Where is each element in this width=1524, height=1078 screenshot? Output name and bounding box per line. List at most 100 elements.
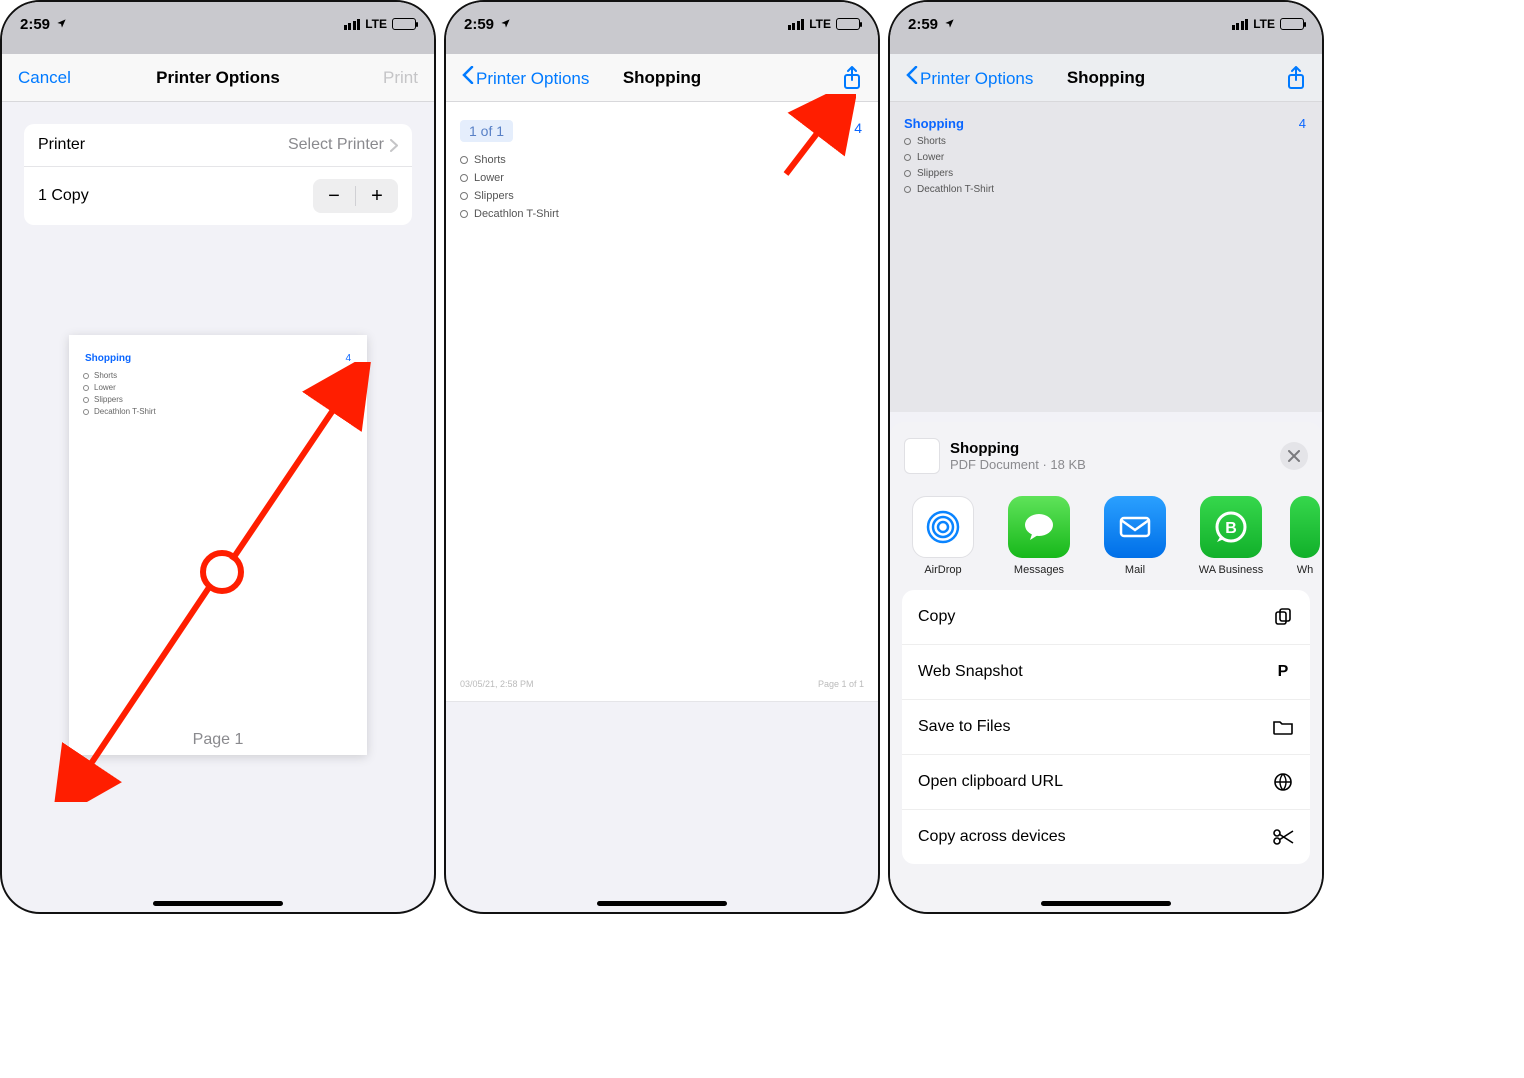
pdf-preview: Shopping 4 Shorts Lower Slippers Decathl… [890,102,1322,412]
app-overflow[interactable]: Wh [1290,496,1320,576]
chevron-right-icon [390,139,398,152]
location-icon [500,18,511,29]
list-item: Shorts [460,154,864,166]
cancel-button[interactable]: Cancel [18,68,71,88]
share-button[interactable] [1286,66,1306,90]
status-right: LTE [788,17,860,31]
back-button[interactable]: Printer Options [906,66,1033,89]
back-button[interactable]: Printer Options [462,66,589,89]
page-footer-left: 03/05/21, 2:58 PM [460,679,534,689]
whatsapp-business-icon: B [1200,496,1262,558]
list-item: Lower [460,172,864,184]
whatsapp-icon [1290,496,1320,558]
preview-title: Shopping [83,353,353,368]
mail-icon [1104,496,1166,558]
share-sheet[interactable]: Shopping PDF Document · 18 KB AirDrop Me… [890,422,1322,912]
nav-bar: Printer Options Shopping [446,54,878,102]
app-mail[interactable]: Mail [1098,496,1172,576]
status-bar: 2:59 LTE [2,2,434,46]
printer-label: Printer [38,136,85,154]
page-footer-right: Page 1 of 1 [818,679,864,689]
page-badge: 1 of 1 [460,120,513,142]
preview-count: 4 [1299,116,1306,131]
phone-1: 2:59 LTE Cancel Printer Options Print Pr… [0,0,436,914]
doc-thumb [904,438,940,474]
phone-2: 2:59 LTE Printer Options Shopping 1 of 1 [444,0,880,914]
status-right: LTE [1232,17,1304,31]
doc-subtitle: PDF Document · 18 KB [950,457,1086,472]
page-icon: P [1272,661,1294,683]
scissors-icon [1272,826,1294,848]
list-item: Slippers [83,395,353,404]
list-item: Shorts [83,371,353,380]
list-item: Slippers [904,168,1308,179]
chevron-left-icon [462,66,474,84]
status-time: 2:59 [908,16,955,33]
close-icon [1288,450,1300,462]
doc-title: Shopping [950,440,1086,457]
copy-icon [1272,606,1294,628]
page-preview[interactable]: Shopping 4 Shorts Lower Slippers Decathl… [69,335,367,755]
app-wa-business[interactable]: B WA Business [1194,496,1268,576]
close-button[interactable] [1280,442,1308,470]
share-apps-row[interactable]: AirDrop Messages Mail B WA Business [890,486,1322,580]
copies-stepper[interactable]: − + [313,179,398,213]
home-indicator[interactable] [153,901,283,906]
copies-row: 1 Copy − + [24,166,412,225]
stepper-minus[interactable]: − [313,179,355,213]
share-actions: Copy Web Snapshot P Save to Files Open c… [902,590,1310,864]
stepper-plus[interactable]: + [356,179,398,213]
list-item: Lower [83,383,353,392]
status-time: 2:59 [464,16,511,33]
messages-icon [1008,496,1070,558]
status-right: LTE [344,17,416,31]
home-indicator[interactable] [1041,901,1171,906]
nav-bar: Printer Options Shopping [890,54,1322,102]
status-bar: 2:59 LTE [890,2,1322,46]
share-icon [842,66,862,90]
preview-title: Shopping [904,116,1308,131]
action-save-files[interactable]: Save to Files [902,700,1310,755]
list-item: Slippers [460,190,864,202]
app-airdrop[interactable]: AirDrop [906,496,980,576]
printer-settings-card: Printer Select Printer 1 Copy − + [24,124,412,225]
printer-value: Select Printer [288,136,384,154]
action-clipboard-url[interactable]: Open clipboard URL [902,755,1310,810]
svg-text:B: B [1225,520,1237,537]
network-label: LTE [809,17,831,31]
phone-3: 2:59 LTE Printer Options Shopping Sho [888,0,1324,914]
network-label: LTE [365,17,387,31]
home-indicator[interactable] [597,901,727,906]
action-web-snapshot[interactable]: Web Snapshot P [902,645,1310,700]
status-time: 2:59 [20,16,67,33]
folder-icon [1272,716,1294,738]
copies-label: 1 Copy [38,187,89,205]
status-bar: 2:59 LTE [446,2,878,46]
list-item: Shorts [904,136,1308,147]
location-icon [56,18,67,29]
list-item: Decathlon T-Shirt [460,208,864,220]
battery-icon [836,18,860,30]
list-item: Decathlon T-Shirt [83,407,353,416]
pdf-page[interactable]: 1 of 1 4 Shorts Lower Slippers Decathlon… [446,102,878,702]
list-item: Lower [904,152,1308,163]
signal-icon [344,19,361,30]
airdrop-icon [912,496,974,558]
app-messages[interactable]: Messages [1002,496,1076,576]
action-copy[interactable]: Copy [902,590,1310,645]
page-count: 4 [854,120,862,136]
preview-count: 4 [345,353,351,364]
print-button[interactable]: Print [383,68,418,88]
chevron-left-icon [906,66,918,84]
signal-icon [1232,19,1249,30]
share-header: Shopping PDF Document · 18 KB [890,434,1322,486]
location-icon [944,18,955,29]
signal-icon [788,19,805,30]
battery-icon [1280,18,1304,30]
action-copy-across[interactable]: Copy across devices [902,810,1310,864]
page-label: Page 1 [69,725,367,755]
printer-row[interactable]: Printer Select Printer [24,124,412,166]
share-icon [1286,66,1306,90]
network-label: LTE [1253,17,1275,31]
share-button[interactable] [842,66,862,90]
